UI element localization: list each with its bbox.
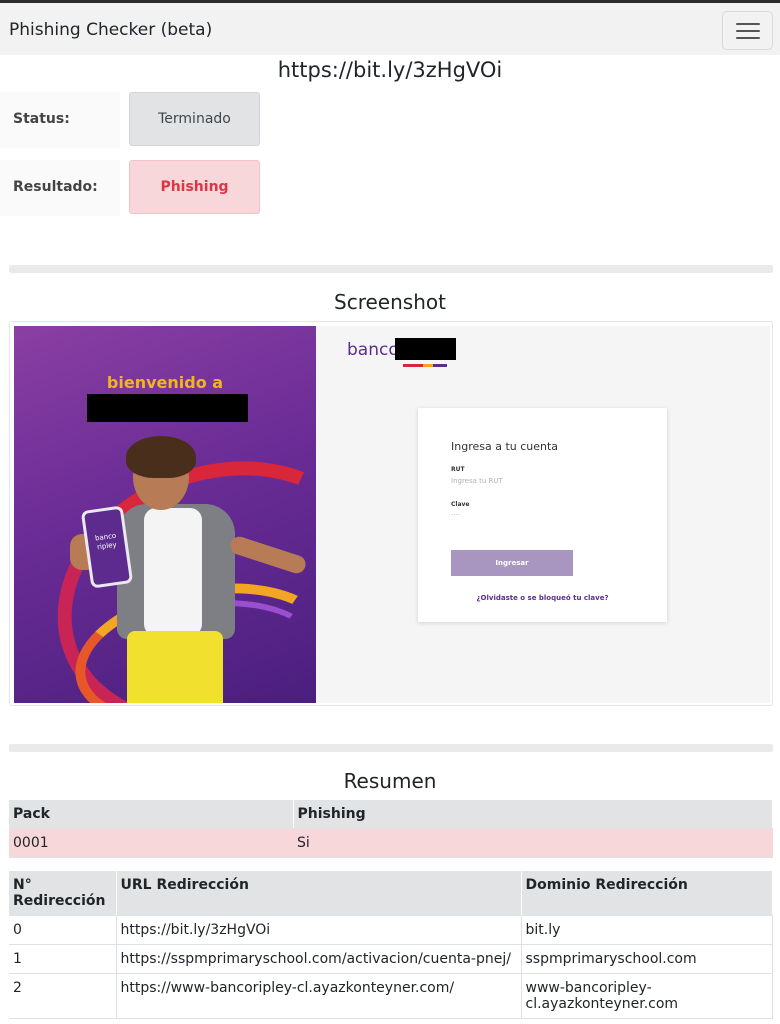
clave-input: ···· — [451, 511, 460, 519]
rut-input: Ingresa tu RUT — [451, 477, 503, 485]
column-header: URL Redirección — [116, 871, 522, 916]
screenshot-title: Screenshot — [334, 290, 446, 314]
table-cell: https://sspmprimaryschool.com/activacion… — [116, 944, 522, 974]
screenshot-card: bienvenido a banco ripley banco Ingresa … — [9, 321, 773, 706]
table-cell: 0 — [9, 915, 117, 945]
result-badge: Phishing — [129, 160, 260, 214]
table-row: 1 https://sspmprimaryschool.com/activaci… — [9, 944, 773, 974]
redirect-table: N° Redirección URL Redirección Dominio R… — [9, 871, 773, 1019]
navbar-brand[interactable]: Phishing Checker (beta) — [9, 20, 212, 40]
result-label: Resultado: — [13, 179, 98, 195]
section-divider — [9, 265, 773, 273]
table-cell: sspmprimaryschool.com — [521, 944, 773, 974]
section-divider — [9, 744, 773, 752]
forgot-password-link: ¿Olvidaste o se bloqueó tu clave? — [476, 594, 609, 602]
status-badge: Terminado — [129, 92, 260, 146]
column-header: Phishing — [293, 800, 773, 829]
rut-label: RUT — [451, 466, 465, 473]
table-row: 2 https://www-bancoripley-cl.ayazkonteyn… — [9, 973, 773, 1019]
table-row: 0 https://bit.ly/3zHgVOi bit.ly — [9, 915, 773, 945]
table-cell: bit.ly — [521, 915, 773, 945]
analyzed-url: https://bit.ly/3zHgVOi — [277, 58, 503, 82]
column-header: N° Redirección — [9, 871, 117, 916]
table-cell: Si — [293, 828, 773, 858]
table-row: 0001 Si — [9, 828, 773, 858]
table-cell: 2 — [9, 973, 117, 1019]
status-label: Status: — [13, 111, 70, 127]
navbar: Phishing Checker (beta) — [0, 3, 780, 55]
redaction-box — [395, 338, 456, 360]
clave-label: Clave — [451, 501, 470, 508]
navbar-toggle-button[interactable] — [722, 11, 773, 50]
login-title: Ingresa a tu cuenta — [451, 440, 559, 453]
status-row: Status: Terminado — [0, 92, 400, 148]
redaction-box — [87, 394, 248, 422]
table-cell: 1 — [9, 944, 117, 974]
table-cell: 0001 — [9, 828, 293, 858]
result-row: Resultado: Phishing — [0, 160, 400, 216]
bank-logo-text: banco — [347, 340, 399, 360]
login-form-card: Ingresa a tu cuenta RUT Ingresa tu RUT C… — [418, 408, 667, 622]
screenshot-hero-image: bienvenido a banco ripley — [14, 326, 316, 703]
column-header: Dominio Redirección — [521, 871, 773, 916]
table-cell: www-bancoripley-cl.ayazkonteyner.com — [521, 973, 773, 1019]
summary-title: Resumen — [343, 769, 437, 793]
column-header: Pack — [9, 800, 294, 829]
phone-logo-text: banco ripley — [94, 531, 118, 552]
login-button: Ingresar — [451, 550, 573, 576]
welcome-text: bienvenido a — [106, 373, 224, 392]
pack-table: Pack Phishing 0001 Si — [9, 800, 773, 858]
screenshot-login-page: banco Ingresa a tu cuenta RUT Ingresa tu… — [316, 326, 770, 703]
table-cell: https://www-bancoripley-cl.ayazkonteyner… — [116, 973, 522, 1019]
table-cell: https://bit.ly/3zHgVOi — [116, 915, 522, 945]
